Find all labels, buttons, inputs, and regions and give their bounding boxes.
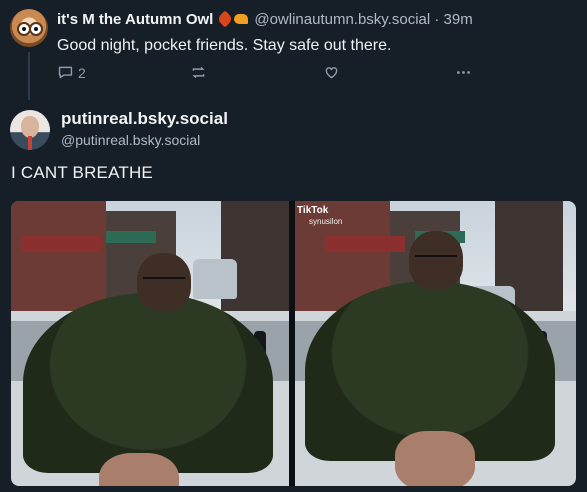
like-button[interactable]	[323, 64, 340, 81]
author-handle[interactable]: @putinreal.bsky.social	[61, 132, 200, 148]
post-timestamp[interactable]: · 39m	[434, 11, 472, 28]
tiktok-watermark: TikTok	[297, 205, 329, 216]
maple-leaf-icon	[216, 10, 234, 28]
reply-count: 2	[78, 64, 86, 81]
like-icon	[325, 67, 338, 79]
post-video-thumbnail[interactable]: TikTok synusilon	[11, 201, 576, 486]
parent-post-text: Good night, pocket friends. Stay safe ou…	[57, 37, 392, 54]
video-frame-right: TikTok synusilon	[295, 201, 576, 486]
main-post[interactable]: putinreal.bsky.social @putinreal.bsky.so…	[0, 100, 587, 492]
reply-button[interactable]: 2	[57, 64, 86, 81]
post-text: I CANT BREATHE	[11, 163, 153, 182]
tiktok-username: synusilon	[309, 217, 343, 226]
parent-post-header: it's M the Autumn Owl @owlinautumn.bsky.s…	[57, 10, 473, 28]
owl-avatar[interactable]	[10, 9, 48, 47]
leaf-emoji-icon	[234, 14, 249, 24]
reply-icon	[58, 66, 73, 79]
repost-button[interactable]	[190, 64, 207, 81]
more-icon	[457, 71, 470, 74]
more-options-button[interactable]	[455, 64, 472, 81]
author-handle[interactable]: @owlinautumn.bsky.social	[254, 11, 430, 28]
repost-icon	[192, 66, 205, 79]
post-actions: 2	[57, 64, 537, 84]
thread-line	[28, 52, 30, 100]
author-name[interactable]: it's M the Autumn Owl	[57, 11, 213, 28]
parent-post[interactable]: it's M the Autumn Owl @owlinautumn.bsky.s…	[0, 0, 587, 100]
video-frame-left	[11, 201, 289, 486]
author-display-name[interactable]: putinreal.bsky.social	[61, 109, 228, 129]
author-avatar[interactable]	[10, 110, 50, 150]
